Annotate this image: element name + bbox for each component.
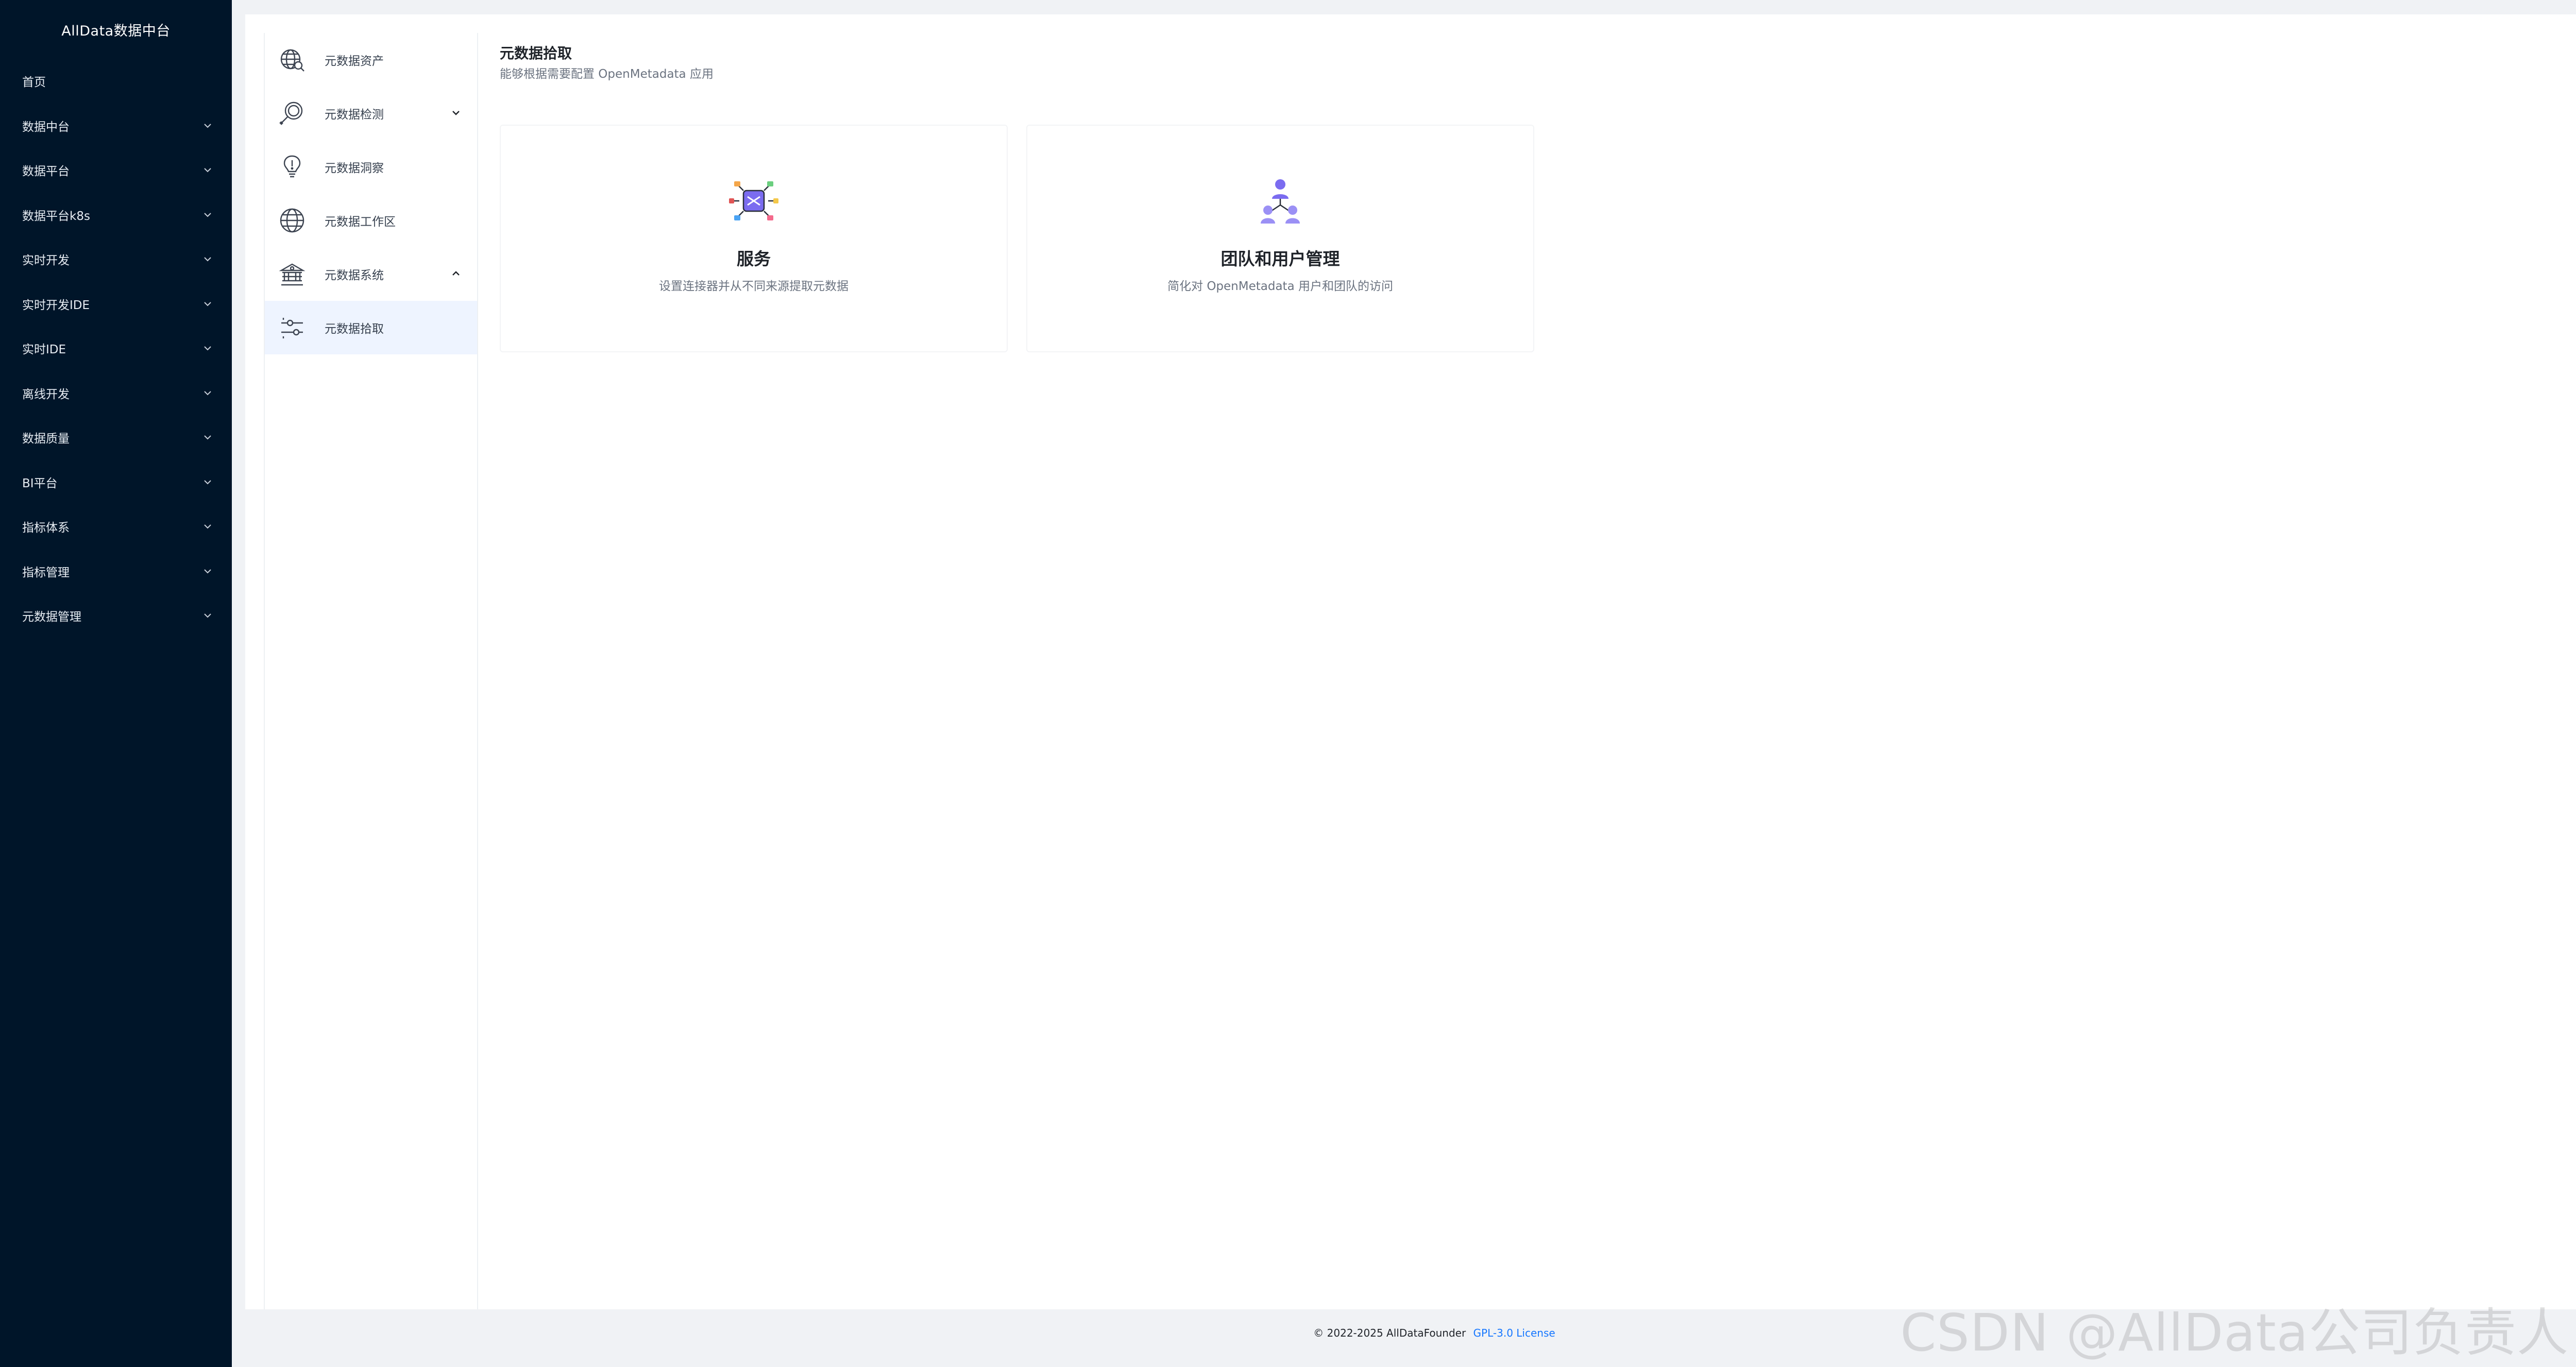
chevron-down-icon [201, 208, 214, 221]
subnav-item-insights[interactable]: 元数据洞察 [265, 140, 477, 194]
team-users-icon [1255, 175, 1306, 227]
subnav-item-ingestion[interactable]: 元数据拾取 [265, 301, 477, 354]
license-link[interactable]: GPL-3.0 License [1473, 1327, 1555, 1339]
sidebar: AllData数据中台 首页 数据中台 数据平台 数据平台k8s 实时开发 实时… [0, 0, 232, 1367]
sidebar-menu: 首页 数据中台 数据平台 数据平台k8s 实时开发 实时开发IDE 实时IDE … [0, 59, 232, 638]
globe-search-icon [277, 45, 307, 75]
main-area: 元数据拾取 能够根据需要配置 OpenMetadata 应用 服务 设置连接器并… [500, 43, 1534, 352]
subnav-item-label: 元数据系统 [325, 269, 384, 282]
page-subtitle: 能够根据需要配置 OpenMetadata 应用 [500, 67, 714, 81]
services-card[interactable]: 服务 设置连接器并从不同来源提取元数据 [500, 125, 1008, 352]
chevron-down-icon [201, 119, 214, 132]
card-title: 团队和用户管理 [1221, 249, 1340, 269]
chevron-down-icon [201, 163, 214, 177]
sidebar-item-label: 元数据管理 [22, 610, 81, 624]
sidebar-item-metadata-management[interactable]: 元数据管理 [0, 593, 232, 638]
subnav-item-label: 元数据拾取 [325, 322, 384, 336]
sidebar-item-metric-system[interactable]: 指标体系 [0, 504, 232, 549]
sliders-icon [277, 313, 307, 343]
subnav-item-label: 元数据洞察 [325, 162, 384, 175]
subnav-item-system[interactable]: 元数据系统 [265, 247, 477, 301]
sidebar-item-data-center[interactable]: 数据中台 [0, 104, 232, 148]
sidebar-item-bi-platform[interactable]: BI平台 [0, 460, 232, 505]
card-title: 服务 [737, 249, 771, 269]
sidebar-item-data-platform[interactable]: 数据平台 [0, 148, 232, 193]
chevron-down-icon [201, 386, 214, 400]
chevron-down-icon [201, 565, 214, 578]
card-description: 简化对 OpenMetadata 用户和团队的访问 [1167, 280, 1393, 293]
subnav-item-detection[interactable]: 元数据检测 [265, 87, 477, 140]
sidebar-item-offline-dev[interactable]: 离线开发 [0, 371, 232, 416]
brand-title[interactable]: AllData数据中台 [0, 0, 232, 59]
sidebar-item-label: 数据平台 [22, 165, 70, 179]
sidebar-item-label: 实时开发 [22, 254, 70, 268]
sidebar-item-realtime-ide[interactable]: 实时IDE [0, 326, 232, 371]
lightbulb-icon [277, 152, 307, 182]
chevron-down-icon [201, 297, 214, 311]
subnav-item-label: 元数据检测 [325, 108, 384, 122]
sidebar-item-label: 实时IDE [22, 343, 66, 357]
sidebar-item-label: 实时开发IDE [22, 298, 90, 312]
sidebar-item-label: 首页 [22, 76, 46, 90]
sidebar-item-label: 数据中台 [22, 120, 70, 134]
sidebar-item-realtime-dev-ide[interactable]: 实时开发IDE [0, 282, 232, 327]
sidebar-item-home[interactable]: 首页 [0, 59, 232, 104]
page-title: 元数据拾取 [500, 45, 572, 62]
chevron-down-icon[interactable] [449, 106, 463, 119]
card-grid: 服务 设置连接器并从不同来源提取元数据 团队和用户管理 简化对 OpenMeta… [500, 125, 1553, 352]
magnifier-icon [277, 98, 307, 128]
globe-icon [277, 206, 307, 235]
sidebar-item-label: 指标管理 [22, 566, 70, 579]
sidebar-item-label: BI平台 [22, 476, 58, 490]
sidebar-item-metric-management[interactable]: 指标管理 [0, 549, 232, 594]
metadata-subnav: 元数据资产 元数据检测 元数据洞察 元数据工作区 元数据系统 元数据拾取 [264, 33, 478, 1309]
chevron-up-icon[interactable] [449, 267, 463, 280]
footer-copyright: © 2022-2025 AllDataFounder [1313, 1327, 1466, 1339]
sidebar-item-label: 数据质量 [22, 432, 70, 446]
chevron-down-icon [201, 475, 214, 489]
subnav-item-workspace[interactable]: 元数据工作区 [265, 194, 477, 247]
sidebar-item-label: 数据平台k8s [22, 209, 90, 223]
chevron-down-icon [201, 520, 214, 533]
content-panel: 元数据资产 元数据检测 元数据洞察 元数据工作区 元数据系统 元数据拾取 元数据… [245, 14, 2576, 1309]
chevron-down-icon [201, 341, 214, 355]
team-user-management-card[interactable]: 团队和用户管理 简化对 OpenMetadata 用户和团队的访问 [1026, 125, 1534, 352]
card-description: 设置连接器并从不同来源提取元数据 [659, 280, 849, 293]
sidebar-item-realtime-dev[interactable]: 实时开发 [0, 237, 232, 282]
sidebar-item-data-platform-k8s[interactable]: 数据平台k8s [0, 193, 232, 237]
sidebar-item-label: 指标体系 [22, 521, 70, 535]
subnav-item-assets[interactable]: 元数据资产 [265, 33, 477, 87]
building-gear-icon [277, 259, 307, 289]
chevron-down-icon [201, 431, 214, 444]
sidebar-item-label: 离线开发 [22, 387, 70, 401]
subnav-item-label: 元数据资产 [325, 55, 384, 68]
sidebar-item-data-quality[interactable]: 数据质量 [0, 415, 232, 460]
connector-hub-icon [728, 175, 779, 227]
subnav-item-label: 元数据工作区 [325, 215, 396, 229]
chevron-down-icon [201, 609, 214, 622]
watermark: CSDN @AllData公司负责人 [1900, 1303, 2569, 1363]
chevron-down-icon [201, 252, 214, 266]
